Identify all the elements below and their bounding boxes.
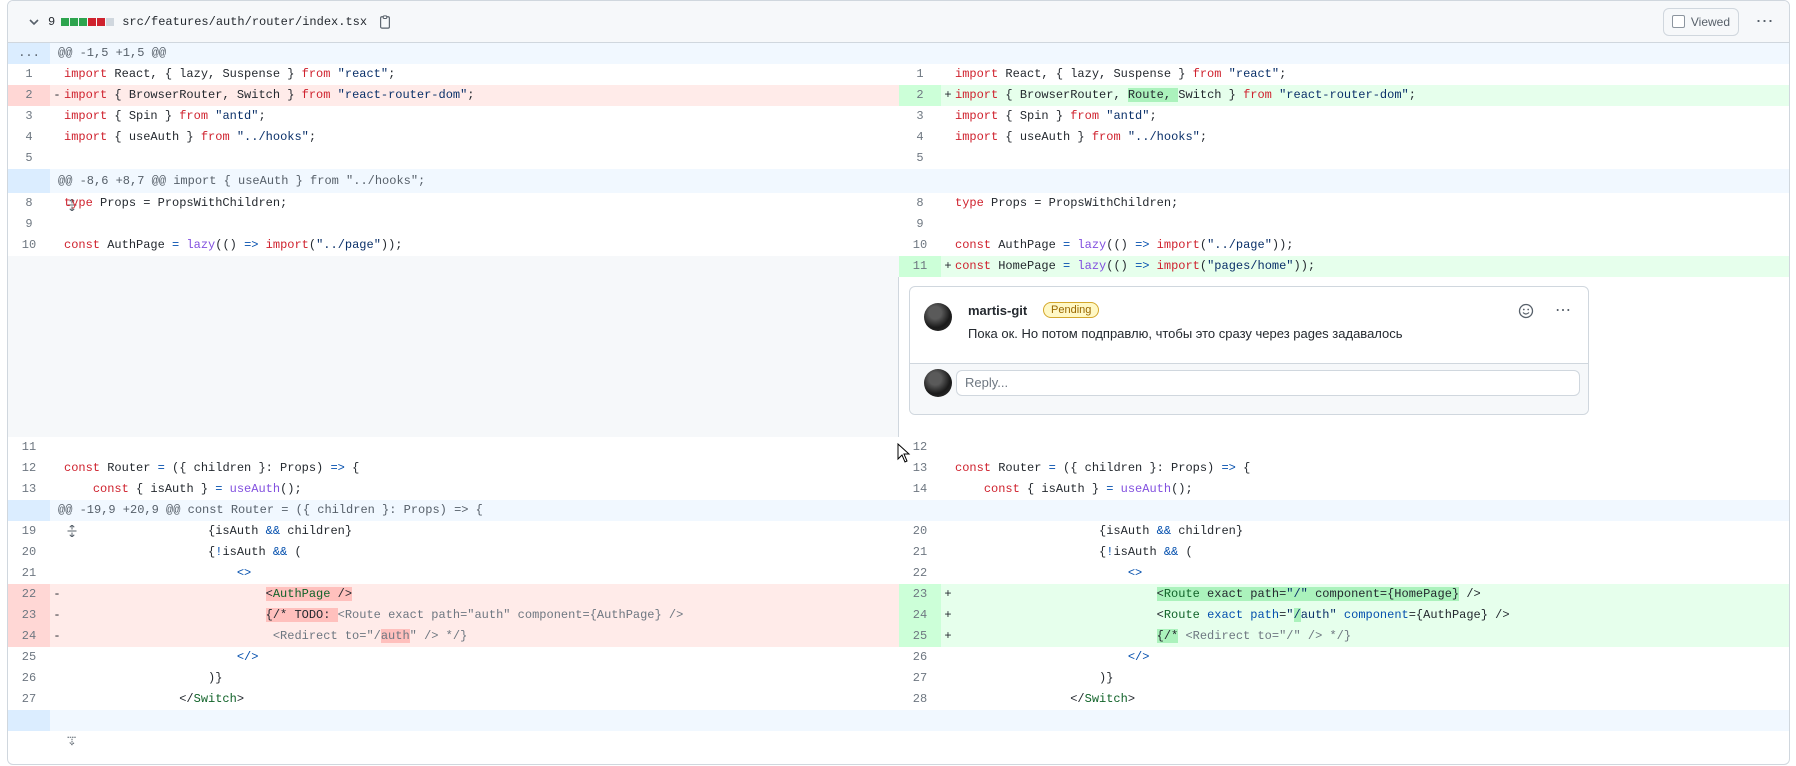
line-number[interactable]: 26 (899, 647, 941, 668)
changes-count: 9 (48, 14, 56, 29)
diff-row: 22- <AuthPage /> 23 + <Route exact path="… (8, 584, 1789, 605)
hunk-text: @@ -19,9 +20,9 @@ const Router = ({ chil… (58, 503, 483, 517)
diff-row: 8 type Props = PropsWithChildren; 8 type… (8, 193, 1789, 214)
line-number[interactable]: 4 (899, 127, 941, 148)
line-number[interactable]: 14 (899, 479, 941, 500)
review-comment: martis-git Pending Пока ок. Но потом под… (909, 286, 1589, 415)
comment-author[interactable]: martis-git (968, 303, 1027, 318)
diff-file: 9 src/features/auth/router/index.tsx Vie… (7, 0, 1790, 765)
chevron-down-icon[interactable] (26, 14, 42, 30)
mouse-cursor-icon (897, 443, 911, 463)
line-number[interactable]: 25 (899, 626, 941, 647)
diff-row: 24- <Redirect to="/auth" /> */} 25 + {/* … (8, 626, 1789, 647)
hunk-text: @@ -1,5 +1,5 @@ (58, 46, 167, 60)
diff-table: ... @@ -1,5 +1,5 @@ 1 import React, { la… (8, 43, 1789, 746)
line-number[interactable]: 10 (8, 235, 50, 256)
line-number[interactable]: 11 (8, 437, 50, 458)
line-number[interactable]: 25 (8, 647, 50, 668)
expand-dots-icon[interactable]: ... (8, 43, 50, 64)
line-number[interactable]: 4 (8, 127, 50, 148)
pending-badge: Pending (1043, 302, 1100, 318)
diff-row: 4 import { useAuth } from "../hooks"; 4 … (8, 127, 1789, 148)
comment-more-icon[interactable]: ⋯ (1555, 300, 1572, 320)
line-number[interactable]: 3 (899, 106, 941, 127)
line-number[interactable]: 10 (899, 235, 941, 256)
line-number[interactable]: 9 (899, 214, 941, 235)
line-number[interactable]: 28 (899, 689, 941, 710)
diff-row: 21 <> 22 <> (8, 563, 1789, 584)
line-number[interactable]: 8 (899, 193, 941, 214)
avatar[interactable] (924, 303, 952, 331)
diff-row: 19 {isAuth && children} 20 {isAuth && ch… (8, 521, 1789, 542)
file-header: 9 src/features/auth/router/index.tsx Vie… (8, 1, 1789, 43)
line-number[interactable]: 20 (899, 521, 941, 542)
hunk-footer (8, 710, 1789, 746)
comment-thread-row: martis-git Pending Пока ок. Но потом под… (8, 277, 1789, 437)
hunk-header: @@ -19,9 +20,9 @@ const Router = ({ chil… (8, 500, 1789, 538)
line-number[interactable]: 21 (899, 542, 941, 563)
copy-icon[interactable] (377, 14, 393, 30)
comment-body: Пока ок. Но потом подправлю, чтобы это с… (968, 326, 1403, 341)
diff-row: 26 )} 27 )} (8, 668, 1789, 689)
line-number[interactable]: 27 (899, 668, 941, 689)
line-number[interactable]: 2 (899, 85, 941, 106)
hunk-text: @@ -8,6 +8,7 @@ import { useAuth } from … (58, 174, 426, 188)
diff-row: 27 </Switch> 28 </Switch> (8, 689, 1789, 710)
line-number[interactable]: 23 (899, 584, 941, 605)
hunk-header: @@ -8,6 +8,7 @@ import { useAuth } from … (8, 169, 1789, 212)
expand-icon[interactable] (8, 500, 77, 538)
viewed-checkbox[interactable]: Viewed (1662, 7, 1739, 36)
diff-row: 2- import { BrowserRouter, Switch } from … (8, 85, 1789, 106)
smiley-icon[interactable] (1518, 303, 1536, 321)
checkbox-icon[interactable] (1671, 15, 1685, 28)
more-options-icon[interactable]: ⋯ (1751, 11, 1779, 32)
line-number[interactable]: 20 (8, 542, 50, 563)
line-number[interactable]: 1 (899, 64, 941, 85)
diff-row: 5 5 (8, 148, 1789, 169)
line-number[interactable]: 2 (8, 85, 50, 106)
diff-row: 3 import { Spin } from "antd"; 3 import … (8, 106, 1789, 127)
diff-row: 9 9 (8, 214, 1789, 235)
diff-row: 1 import React, { lazy, Suspense } from … (8, 64, 1789, 85)
diff-row: 11 + const HomePage = lazy(() => import("p… (8, 256, 1789, 277)
expand-down-icon[interactable] (8, 710, 77, 746)
line-number[interactable]: 26 (8, 668, 50, 689)
line-number[interactable]: 8 (8, 193, 50, 214)
line-number[interactable]: 12 (8, 458, 50, 479)
diff-row: 10 const AuthPage = lazy(() => import(".… (8, 235, 1789, 256)
line-number[interactable]: 5 (899, 148, 941, 169)
line-number[interactable]: 5 (8, 148, 50, 169)
line-number[interactable]: 21 (8, 563, 50, 584)
diffstat (61, 17, 115, 26)
line-number[interactable]: 22 (899, 563, 941, 584)
line-number[interactable]: 9 (8, 214, 50, 235)
line-number[interactable]: 11 (899, 256, 941, 277)
diff-row: 13 const { isAuth } = useAuth(); 14 cons… (8, 479, 1789, 500)
file-name[interactable]: src/features/auth/router/index.tsx (122, 15, 367, 29)
diff-row: 23- {/* TODO: <Route exact path="auth" c… (8, 605, 1789, 626)
line-number[interactable]: 13 (8, 479, 50, 500)
diff-row: 25 </> 26 </> (8, 647, 1789, 668)
line-number[interactable]: 24 (899, 605, 941, 626)
viewed-label: Viewed (1690, 14, 1730, 29)
diff-row: 20 {!isAuth && ( 21 {!isAuth && ( (8, 542, 1789, 563)
line-number[interactable]: 19 (8, 521, 50, 542)
line-number[interactable]: 22 (8, 584, 50, 605)
line-number[interactable]: 23 (8, 605, 50, 626)
line-number[interactable]: 1 (8, 64, 50, 85)
hunk-header: ... @@ -1,5 +1,5 @@ (8, 43, 1789, 64)
reply-input[interactable]: Reply... (956, 370, 1580, 396)
line-number[interactable]: 24 (8, 626, 50, 647)
line-number[interactable]: 3 (8, 106, 50, 127)
expand-icon[interactable] (8, 169, 77, 212)
line-number[interactable]: 27 (8, 689, 50, 710)
avatar (924, 369, 952, 397)
